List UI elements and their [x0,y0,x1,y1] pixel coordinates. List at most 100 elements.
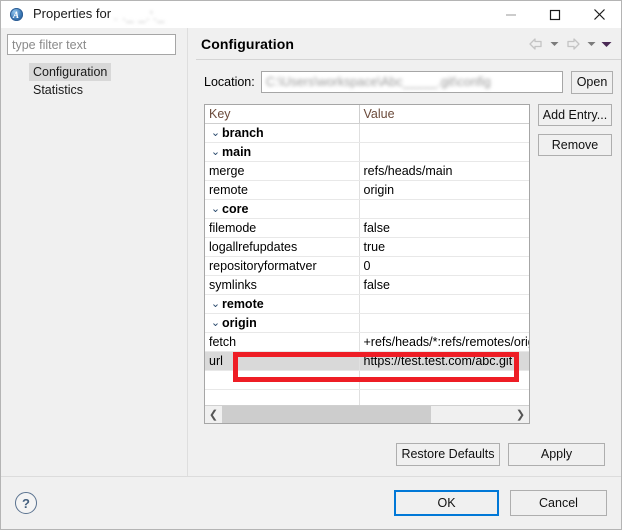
back-arrow-icon[interactable] [526,34,546,54]
table-cell-key-label: remote [222,295,264,313]
table-cell-key-label: core [222,200,248,218]
table-row[interactable]: ⌄core [205,200,529,219]
chevron-left-icon[interactable]: ❮ [205,406,222,423]
table-scroll-area[interactable]: Key Value ⌄branch⌄mainmergerefs/heads/ma… [205,105,529,405]
forward-arrow-icon[interactable] [563,34,583,54]
table-cell-key: repositoryformatver [205,257,359,276]
settings-tree: Configuration Statistics [7,63,187,99]
window-title-redacted: . ._ _.'._ [114,8,165,23]
table-cell-key: url [205,352,359,371]
table-cell-value-label: false [360,276,530,294]
table-header-row: Key Value [205,105,529,124]
open-button[interactable]: Open [571,71,613,94]
chevron-down-icon[interactable]: ⌄ [209,143,222,161]
scrollbar-thumb[interactable] [222,406,431,423]
table-cell-key-label: filemode [209,219,256,237]
table-cell-key-label: symlinks [209,276,257,294]
table-row[interactable]: url https://test.test.com/abc.git [205,352,529,371]
chevron-right-icon[interactable]: ❯ [512,406,529,423]
table-cell-key: logallrefupdates [205,238,359,257]
window-title: Properties for. ._ _.'._ [33,6,165,22]
table-cell-value-label: refs/heads/main [360,162,530,180]
table-cell-value [359,143,529,162]
table-cell-key: ⌄branch [205,124,359,143]
table-cell-key-label: origin [222,314,257,332]
table-row[interactable]: ⌄branch [205,124,529,143]
tree-row: Configuration [29,63,187,81]
column-header-value[interactable]: Value [359,105,529,124]
sidebar-item-statistics[interactable]: Statistics [29,81,87,99]
table-cell-key-label: branch [222,124,264,142]
filter-input[interactable] [7,34,176,55]
table-row[interactable] [205,390,529,406]
table-row[interactable] [205,371,529,390]
table-cell-key-label: repositoryformatver [209,257,317,275]
config-table: Key Value ⌄branch⌄mainmergerefs/heads/ma… [204,104,530,424]
table-cell-value-label: 0 [360,257,530,275]
table-cell-key-label: merge [209,162,244,180]
table-cell-value: https://test.test.com/abc.git [359,352,529,371]
sidebar-item-configuration[interactable]: Configuration [29,63,111,81]
table-cell-value: true [359,238,529,257]
dialog-actions: OK Cancel [394,490,607,516]
page-header: Configuration [188,28,621,60]
maximize-button[interactable] [533,1,577,28]
back-menu-chevron-down-icon[interactable] [548,34,561,54]
column-header-key[interactable]: Key [205,105,359,124]
add-entry-button[interactable]: Add Entry... [538,104,612,126]
table-cell-value: 0 [359,257,529,276]
page-footer-buttons: Restore Defaults Apply [196,432,613,476]
title-bar: A Properties for. ._ _.'._ [1,1,621,28]
table-cell-value: refs/heads/main [359,162,529,181]
page-title: Configuration [201,36,294,52]
table-cell-value-label: origin [360,181,530,199]
table-cell-key: merge [205,162,359,181]
table-row[interactable]: ⌄main [205,143,529,162]
restore-defaults-button[interactable]: Restore Defaults [396,443,500,466]
scrollbar-track[interactable] [222,406,512,423]
chevron-down-icon[interactable]: ⌄ [209,295,222,313]
chevron-down-icon[interactable]: ⌄ [209,314,222,332]
view-menu-chevron-down-icon[interactable] [600,34,613,54]
table-row[interactable]: logallrefupdatestrue [205,238,529,257]
location-row: Location: C:\Users\workspace\Abc_____.gi… [196,70,613,94]
close-button[interactable] [577,1,621,28]
table-row[interactable]: ⌄origin [205,314,529,333]
properties-dialog: A Properties for. ._ _.'._ Configuration [0,0,622,530]
table-cell-value: false [359,219,529,238]
table-cell-key: ⌄core [205,200,359,219]
cancel-button[interactable]: Cancel [510,490,607,516]
location-label: Location: [204,75,255,89]
table-row[interactable]: remoteorigin [205,181,529,200]
table-cell-value-label: true [360,238,530,256]
table-row[interactable]: ⌄remote [205,295,529,314]
table-side-buttons: Add Entry... Remove [538,104,612,156]
help-icon[interactable]: ? [15,492,37,514]
table-cell-key: ⌄remote [205,295,359,314]
chevron-down-icon[interactable]: ⌄ [209,200,222,218]
header-divider [196,59,621,60]
apply-button[interactable]: Apply [508,443,605,466]
table-cell-value [359,124,529,143]
chevron-down-icon[interactable]: ⌄ [209,124,222,142]
table-row[interactable]: fetch+refs/heads/*:refs/remotes/orig [205,333,529,352]
table-row[interactable]: merge refs/heads/main [205,162,529,181]
globe-icon: A [9,7,25,23]
table-cell-value [359,314,529,333]
table-cell-value [359,295,529,314]
minimize-button[interactable] [489,1,533,28]
header-navigation [526,34,613,54]
location-input[interactable]: C:\Users\workspace\Abc_____.git\config [261,71,563,93]
content-pane: Configuration [188,28,621,476]
horizontal-scrollbar[interactable]: ❮ ❯ [205,405,529,423]
remove-button[interactable]: Remove [538,134,612,156]
table-region: Key Value ⌄branch⌄mainmergerefs/heads/ma… [196,104,613,432]
table-row[interactable]: symlinks false [205,276,529,295]
forward-menu-chevron-down-icon[interactable] [585,34,598,54]
table-row[interactable]: repositoryformatver 0 [205,257,529,276]
table-row[interactable]: filemode false [205,219,529,238]
ok-button[interactable]: OK [394,490,499,516]
table-cell-key [205,390,359,406]
window-controls [489,1,621,28]
table-cell-key-label: url [209,352,223,370]
